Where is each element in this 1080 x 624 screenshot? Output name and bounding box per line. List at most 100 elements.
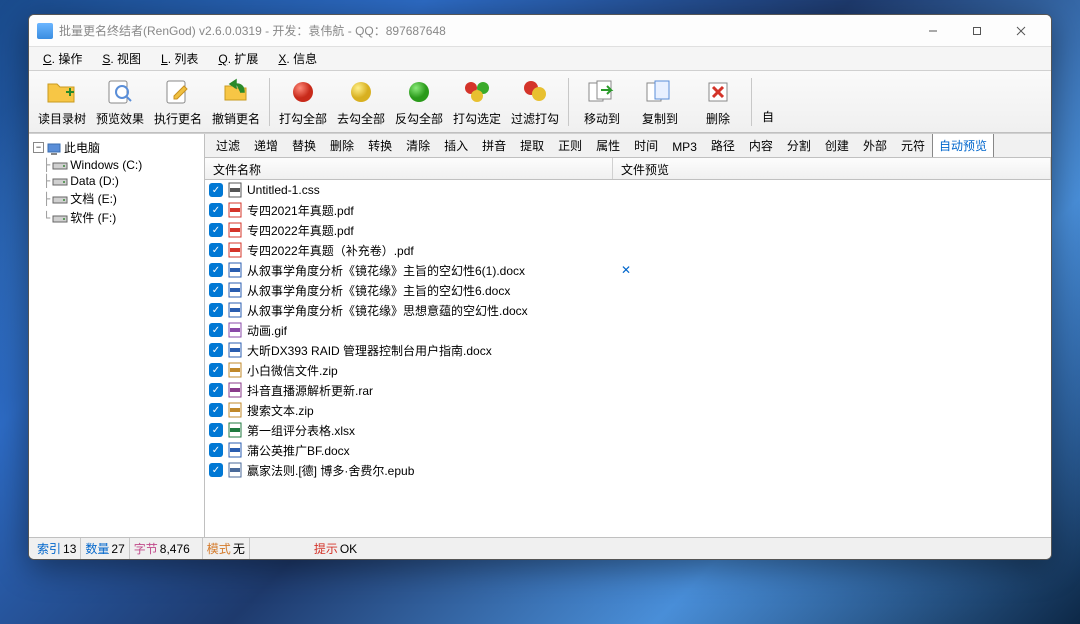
tab-9[interactable]: 正则 [551,134,589,157]
tab-2[interactable]: 替换 [285,134,323,157]
status-index: 索引 13 [33,538,81,559]
checkbox[interactable]: ✓ [209,203,223,217]
checkbox[interactable]: ✓ [209,463,223,477]
checkbox[interactable]: ✓ [209,183,223,197]
check-selected-button[interactable]: 打勾选定 [448,74,506,130]
undo-button[interactable]: 撤销更名 [207,74,265,130]
check-all-button[interactable]: 打勾全部 [274,74,332,130]
tab-12[interactable]: MP3 [665,136,704,157]
menu-L[interactable]: L. 列表 [151,48,208,69]
tab-7[interactable]: 拼音 [475,134,513,157]
tab-15[interactable]: 分割 [780,134,818,157]
list-header: 文件名称 文件预览 [205,158,1051,180]
directory-tree[interactable]: − 此电脑 ├Windows (C:)├Data (D:)├文档 (E:)└软件… [29,134,205,537]
multi-ball-icon [461,76,493,108]
file-row[interactable]: ✓ 大昕DX393 RAID 管理器控制台用户指南.docx [205,340,1051,360]
menu-S[interactable]: S. 视图 [92,48,151,69]
yellow-ball-icon [345,76,377,108]
maximize-button[interactable] [955,17,999,45]
auto-button[interactable]: 自 [756,74,780,130]
checkbox[interactable]: ✓ [209,363,223,377]
file-row[interactable]: ✓动画.gif [205,320,1051,340]
menu-C[interactable]: C. 操作 [33,48,92,69]
tab-5[interactable]: 清除 [399,134,437,157]
menu-X[interactable]: X. 信息 [268,48,327,69]
menu-Q[interactable]: Q. 扩展 [208,48,268,69]
close-button[interactable] [999,17,1043,45]
tab-4[interactable]: 转换 [361,134,399,157]
file-name: 大昕DX393 RAID 管理器控制台用户指南.docx [247,342,492,359]
execute-button[interactable]: 执行更名 [149,74,207,130]
file-row[interactable]: ✓第一组评分表格.xlsx [205,420,1051,440]
column-preview-header[interactable]: 文件预览 [613,158,1051,179]
tree-root[interactable]: − 此电脑 [33,138,200,157]
file-row[interactable]: ✓小白微信文件.zip [205,360,1051,380]
file-row[interactable]: ✓蒲公英推广BF.docx [205,440,1051,460]
minimize-button[interactable] [911,17,955,45]
file-type-icon [227,302,243,318]
delete-button[interactable]: 删除 [689,74,747,130]
file-row[interactable]: ✓赢家法则.[德] 博多·舍费尔.epub [205,460,1051,480]
tab-11[interactable]: 时间 [627,134,665,157]
tab-8[interactable]: 提取 [513,134,551,157]
file-type-icon [227,222,243,238]
file-row[interactable]: ✓从叙事学角度分析《镜花缘》思想意蕴的空幻性.docx [205,300,1051,320]
preview-button[interactable]: 预览效果 [91,74,149,130]
checkbox[interactable]: ✓ [209,443,223,457]
move-to-button[interactable]: 移动到 [573,74,631,130]
file-list[interactable]: 文件名称 文件预览 ✓Untitled-1.css✓专四2021年真题.pdf✓… [205,158,1051,537]
tab-1[interactable]: 递增 [247,134,285,157]
checkbox[interactable]: ✓ [209,303,223,317]
file-row[interactable]: ✓专四2021年真题.pdf [205,200,1051,220]
file-row[interactable]: ✓抖音直播源解析更新.rar [205,380,1051,400]
file-row[interactable]: ✓ 从叙事学角度分析《镜花缘》主旨的空幻性6.docx [205,280,1051,300]
file-type-icon [227,342,243,358]
green-ball-icon [403,76,435,108]
checkbox[interactable]: ✓ [209,403,223,417]
file-row[interactable]: ✓Untitled-1.css [205,180,1051,200]
collapse-icon[interactable]: − [33,142,44,153]
pencil-icon [162,76,194,108]
checkbox[interactable]: ✓ [209,323,223,337]
checkbox[interactable]: ✓ [209,383,223,397]
checkbox[interactable]: ✓ [209,283,223,297]
tree-drive[interactable]: ├Data (D:) [33,173,200,189]
tab-19[interactable]: 自动预览 [932,134,994,158]
titlebar[interactable]: 批量更名终结者(RenGod) v2.6.0.0319 - 开发：袁伟航 - Q… [29,15,1051,47]
file-row[interactable]: ✓搜索文本.zip [205,400,1051,420]
file-type-icon [227,422,243,438]
tab-18[interactable]: 元符 [894,134,932,157]
tab-17[interactable]: 外部 [856,134,894,157]
read-tree-button[interactable]: 读目录树 [33,74,91,130]
tab-13[interactable]: 路径 [704,134,742,157]
tab-14[interactable]: 内容 [742,134,780,157]
tree-drive[interactable]: └软件 (F:) [33,208,200,227]
checkbox[interactable]: ✓ [209,223,223,237]
file-type-icon [227,322,243,338]
checkbox[interactable]: ✓ [209,263,223,277]
gear-icon [752,78,784,106]
tab-6[interactable]: 插入 [437,134,475,157]
tab-0[interactable]: 过滤 [209,134,247,157]
file-row[interactable]: ✓从叙事学角度分析《镜花缘》主旨的空幻性6(1).docx✕ [205,260,1051,280]
filter-check-button[interactable]: 过滤打勾 [506,74,564,130]
column-name-header[interactable]: 文件名称 [205,158,613,179]
file-row[interactable]: ✓专四2022年真题（补充卷）.pdf [205,240,1051,260]
tab-10[interactable]: 属性 [589,134,627,157]
toolbar-separator [568,78,569,126]
tree-drive[interactable]: ├Windows (C:) [33,157,200,173]
uncheck-all-button[interactable]: 去勾全部 [332,74,390,130]
tree-drive[interactable]: ├文档 (E:) [33,189,200,208]
checkbox[interactable]: ✓ [209,343,223,357]
file-name: 从叙事学角度分析《镜花缘》主旨的空幻性6.docx [247,282,510,299]
checkbox[interactable]: ✓ [209,423,223,437]
main-area: − 此电脑 ├Windows (C:)├Data (D:)├文档 (E:)└软件… [29,133,1051,537]
tab-16[interactable]: 创建 [818,134,856,157]
red-ball-icon [287,76,319,108]
checkbox[interactable]: ✓ [209,243,223,257]
tab-3[interactable]: 删除 [323,134,361,157]
toolbar: 读目录树 预览效果 执行更名 撤销更名 打勾全部 [29,71,1051,133]
file-row[interactable]: ✓专四2022年真题.pdf [205,220,1051,240]
invert-button[interactable]: 反勾全部 [390,74,448,130]
copy-to-button[interactable]: 复制到 [631,74,689,130]
